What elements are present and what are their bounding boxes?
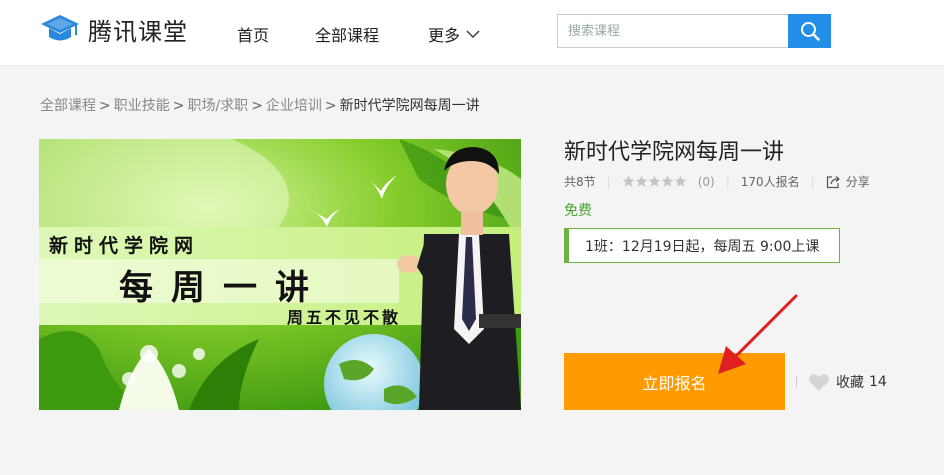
search-button[interactable] — [788, 14, 831, 48]
heart-icon — [809, 373, 829, 391]
nav-all-courses[interactable]: 全部课程 — [315, 22, 379, 46]
breadcrumb-separator: > — [324, 98, 337, 114]
cover-title-line1: 新时代学院网 — [49, 235, 200, 257]
enrolled-count: 170人报名 — [740, 175, 800, 189]
meta-divider: | — [810, 174, 815, 189]
graduation-cap-icon — [41, 14, 79, 40]
breadcrumb: 全部课程 > 职业技能 > 职场/求职 > 企业培训 > 新时代学院网每周一讲 — [40, 95, 480, 115]
breadcrumb-separator: > — [99, 98, 111, 114]
cover-title-line2: 每周一讲 — [119, 268, 327, 308]
breadcrumb-vocational[interactable]: 职业技能 — [114, 98, 170, 114]
nav-more-label: 更多 — [428, 26, 461, 45]
star-icon — [674, 175, 687, 187]
course-title: 新时代学院网每周一讲 — [564, 140, 785, 165]
breadcrumb-current: 新时代学院网每周一讲 — [339, 98, 480, 114]
logo[interactable]: 腾讯课堂 — [40, 12, 188, 47]
rating-stars — [622, 175, 687, 188]
breadcrumb-corporate-training[interactable]: 企业培训 — [266, 98, 322, 114]
breadcrumb-separator: > — [172, 98, 185, 114]
class-option[interactable]: 1班：12月19日起，每周五 9:00上课 — [564, 228, 840, 263]
lesson-count: 共8节 — [564, 175, 596, 189]
logo-text: 腾讯课堂 — [88, 18, 188, 46]
search-input[interactable] — [557, 14, 789, 48]
chevron-down-icon — [466, 30, 480, 38]
share-icon — [826, 175, 840, 188]
course-cover-image: 新时代学院网 每周一讲 周五不见不散 — [39, 139, 521, 410]
star-icon — [648, 175, 661, 187]
cover-title-line3: 周五不见不散 — [287, 308, 402, 327]
course-meta: 共8节 | (0) | 170人报名 | 分享 — [564, 173, 870, 190]
annotation-arrow-icon — [718, 294, 798, 374]
star-icon — [661, 175, 674, 187]
share-label: 分享 — [845, 175, 870, 189]
favorite-button[interactable]: 收藏 14 — [808, 372, 887, 392]
nav-more[interactable]: 更多 — [428, 22, 480, 46]
share-button[interactable]: 分享 — [826, 173, 870, 190]
favorite-label: 收藏 — [836, 375, 864, 391]
price-label: 免费 — [564, 203, 592, 219]
meta-divider: | — [725, 174, 730, 189]
rating-count: (0) — [697, 174, 715, 189]
breadcrumb-separator: > — [251, 98, 263, 114]
breadcrumb-career[interactable]: 职场/求职 — [187, 98, 248, 114]
star-icon — [635, 175, 648, 187]
favorite-count: 14 — [869, 374, 887, 390]
star-icon — [622, 175, 635, 187]
search-box — [557, 14, 831, 48]
search-icon — [800, 22, 820, 41]
top-header: 腾讯课堂 首页 全部课程 更多 — [0, 0, 944, 66]
breadcrumb-all-courses[interactable]: 全部课程 — [40, 98, 96, 114]
meta-divider: | — [606, 174, 611, 189]
nav-home[interactable]: 首页 — [237, 22, 269, 46]
